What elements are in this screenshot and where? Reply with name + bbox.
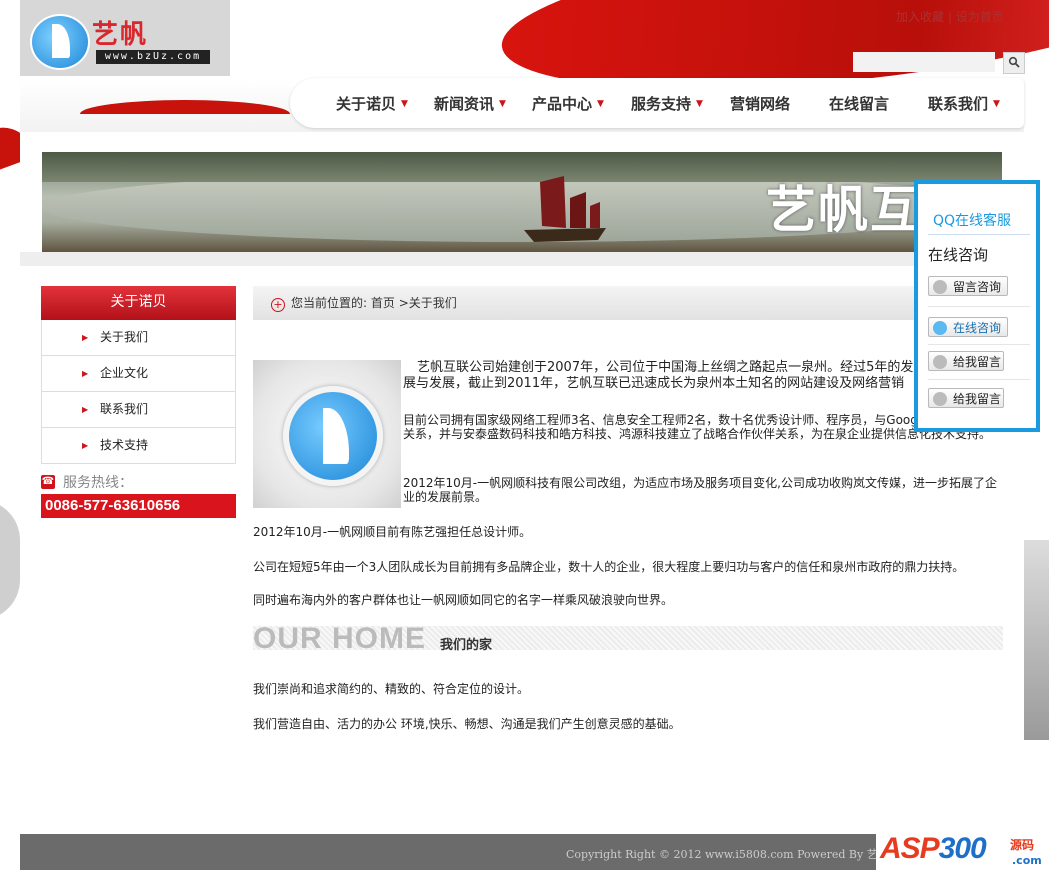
user-icon — [933, 280, 947, 294]
chevron-down-icon: ▼ — [696, 99, 703, 109]
paragraph-design: 我们崇尚和追求简约的、精致的、符合定位的设计。 — [253, 682, 530, 696]
logo-mark-icon — [283, 386, 383, 486]
sidebar-item-about[interactable]: ▶ 关于我们 — [42, 320, 235, 356]
paragraph-reorganization: 2012年10月-一帆网顺科技有限公司改组，为适应市场及服务项目变化,公司成功收… — [403, 476, 997, 504]
breadcrumb-separator: > — [398, 296, 409, 310]
button-label: 给我留言 — [953, 355, 1002, 369]
chevron-down-icon: ▼ — [499, 99, 506, 109]
nav-item-service[interactable]: 服务支持 ▼ — [631, 88, 730, 120]
nav-item-label: 联系我们 — [928, 95, 989, 113]
asp300-asp: ASP — [880, 832, 940, 865]
search-icon — [1008, 56, 1020, 68]
site-logo[interactable]: 艺帆 www.bzUz.com — [20, 0, 230, 76]
asp300-number: 300 — [938, 832, 987, 865]
chevron-down-icon: ▼ — [597, 99, 604, 109]
phone-icon: ☎ — [41, 475, 55, 489]
nav-item-label: 产品中心 — [532, 95, 593, 113]
button-label: 留言咨询 — [953, 280, 1002, 294]
breadcrumb-prefix: 您当前位置的: — [291, 296, 368, 310]
qq-icon — [933, 392, 947, 406]
sidebar-title: 关于诺贝 — [41, 286, 236, 320]
top-links-separator: | — [947, 10, 952, 24]
online-consult-button[interactable]: 在线咨询 — [928, 317, 1008, 337]
triangle-right-icon: ▶ — [82, 441, 89, 450]
hotline-label-text: 服务热线： — [63, 475, 133, 491]
sidebar-item-label: 关于我们 — [100, 330, 149, 344]
online-user-icon — [933, 321, 947, 335]
logo-url: www.bzUz.com — [96, 50, 210, 64]
divider — [928, 234, 1030, 235]
nav-item-about[interactable]: 关于诺贝 ▼ — [336, 88, 434, 120]
qq-panel-title: QQ在线客服 — [933, 213, 1012, 229]
nav-item-label: 在线留言 — [829, 95, 890, 113]
breadcrumb-home[interactable]: 首页 — [371, 296, 395, 310]
paragraph-designer: 2012年10月-一帆网顺目前有陈艺强担任总设计师。 — [253, 525, 532, 539]
chevron-down-icon: ▼ — [993, 99, 1000, 109]
ship-icon — [524, 176, 606, 242]
chevron-down-icon: ▼ — [401, 99, 408, 109]
footer-copyright: Copyright Right © 2012 www.i5808.com Pow… — [566, 848, 909, 861]
section-title-cn: 我们的家 — [440, 638, 493, 653]
divider — [928, 379, 1030, 380]
sidebar-menu: ▶ 关于我们 ▶ 企业文化 ▶ 联系我们 ▶ 技术支持 — [41, 320, 236, 464]
button-label: 给我留言 — [953, 392, 1002, 406]
message-me-button[interactable]: 给我留言 — [928, 388, 1004, 408]
sidebar-item-contact[interactable]: ▶ 联系我们 — [42, 392, 235, 428]
sidebar-item-label: 联系我们 — [100, 402, 149, 416]
nav-item-contact[interactable]: 联系我们 ▼ — [928, 88, 1018, 120]
plus-circle-icon: + — [271, 298, 285, 312]
nav-item-label: 服务支持 — [631, 95, 692, 113]
add-favorite-link[interactable]: 加入收藏 — [896, 10, 944, 24]
logo-text: 艺帆 — [92, 20, 149, 50]
paragraph-team: 目前公司拥有国家级网络工程师3名、信息安全工程师2名，数十名优秀设计师、程序员，… — [403, 413, 1001, 441]
breadcrumb: + 您当前位置的: 首页 >关于我们 — [253, 286, 1003, 320]
nav-item-marketing[interactable]: 营销网络 — [730, 88, 829, 120]
hotline-label: ☎ 服务热线： — [41, 472, 133, 492]
paragraph-growth: 公司在短短5年由一个3人团队成长为目前拥有多品牌企业，数十人的企业，很大程度上要… — [253, 560, 965, 574]
set-homepage-link[interactable]: 设为首页 — [956, 10, 1004, 24]
nav-item-label: 营销网络 — [730, 95, 791, 113]
asp300-logo-text: ASP300 — [880, 832, 987, 866]
nav-item-message[interactable]: 在线留言 — [829, 88, 928, 120]
nav-item-label: 新闻资讯 — [434, 95, 495, 113]
hotline-number: 0086-577-63610656 — [41, 494, 236, 518]
sidebar-item-support[interactable]: ▶ 技术支持 — [42, 428, 235, 463]
triangle-right-icon: ▶ — [82, 369, 89, 378]
top-links: 加入收藏 | 设为首页 — [896, 8, 1004, 25]
sidebar-item-label: 技术支持 — [100, 438, 149, 452]
main-nav: 关于诺贝 ▼ 新闻资讯 ▼ 产品中心 ▼ 服务支持 ▼ 营销网络 在线留言 联系我们 ▼ — [336, 88, 1018, 120]
button-label: 在线咨询 — [953, 321, 1002, 335]
divider — [928, 344, 1030, 345]
triangle-right-icon: ▶ — [82, 405, 89, 414]
message-me-button[interactable]: 给我留言 — [928, 351, 1004, 371]
sidebar-item-label: 企业文化 — [100, 366, 149, 380]
nav-item-news[interactable]: 新闻资讯 ▼ — [434, 88, 532, 120]
company-logo-image — [253, 360, 401, 508]
logo-mark-icon — [30, 14, 90, 70]
qq-panel-subtitle: 在线咨询 — [928, 246, 989, 264]
leave-message-button[interactable]: 留言咨询 — [928, 276, 1008, 296]
nav-item-label: 关于诺贝 — [336, 95, 397, 113]
search-input[interactable] — [853, 52, 995, 72]
paragraph-environment: 我们营造自由、活力的办公 环境,快乐、畅想、沟通是我们产生创意灵感的基础。 — [253, 717, 681, 731]
hero-banner: 艺帆互联 — [42, 152, 1002, 252]
qq-icon — [933, 355, 947, 369]
qq-service-panel: QQ在线客服 在线咨询 留言咨询 在线咨询 给我留言 给我留言 — [914, 180, 1040, 432]
divider — [928, 306, 1030, 307]
sidebar-item-culture[interactable]: ▶ 企业文化 — [42, 356, 235, 392]
asp300-com: .com — [1012, 854, 1042, 867]
paragraph-customers: 同时遍布海内外的客户群体也让一帆网顺如同它的名字一样乘风破浪驶向世界。 — [253, 593, 674, 607]
asp300-cn: 源码 — [1010, 838, 1035, 852]
section-title-en: OUR HOME — [253, 622, 426, 655]
breadcrumb-current[interactable]: 关于我们 — [409, 296, 457, 310]
nav-item-products[interactable]: 产品中心 ▼ — [532, 88, 631, 120]
triangle-right-icon: ▶ — [82, 333, 89, 342]
search-button[interactable] — [1003, 52, 1025, 74]
banner-bottom-strip — [20, 252, 1024, 266]
intro-paragraph: 艺帆互联公司始建创于2007年，公司位于中国海上丝绸之路起点一泉州。经过5年的发… — [403, 360, 914, 391]
